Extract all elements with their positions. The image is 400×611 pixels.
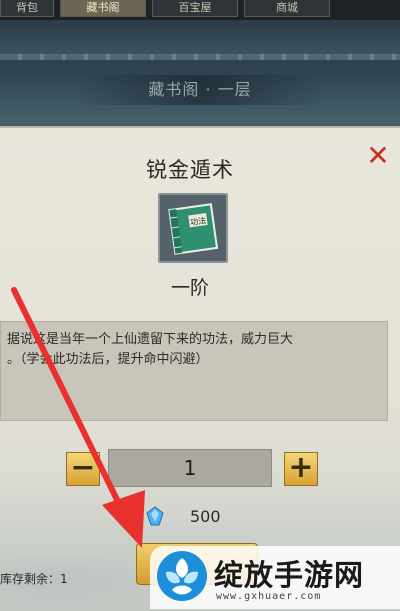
skill-title: 锐金遁术 <box>146 158 234 182</box>
site-watermark: 绽放手游网 www.gxhuaer.com <box>150 546 400 609</box>
tab-shop[interactable]: 商城 <box>244 0 330 17</box>
blue-gem-icon <box>146 506 164 526</box>
tab-library[interactable]: 藏书阁 <box>60 0 146 17</box>
roof-tiles <box>0 54 400 60</box>
cost-value: 500 <box>190 507 221 526</box>
stock-remaining: 库存剩余：1 <box>0 572 68 586</box>
description-line-2: 。（学会此功法后，提升命中闪避） <box>7 352 209 367</box>
skill-book-slot: 功法 <box>158 193 228 263</box>
blue-flower-logo <box>157 551 207 601</box>
description-line-1: 据说这是当年一个上仙遗留下来的功法，威力巨大 <box>7 332 294 347</box>
skill-tier: 一阶 <box>170 277 209 299</box>
tab-bag[interactable]: 背包 <box>0 0 54 17</box>
floor-label: 藏书阁 · 一层 <box>148 80 252 99</box>
quantity-field[interactable]: 1 <box>108 449 272 487</box>
close-icon[interactable]: ✕ <box>364 142 392 170</box>
pavilion-roof <box>0 20 400 56</box>
watermark-url: www.gxhuaer.com <box>216 591 322 602</box>
increase-quantity-button[interactable]: + <box>284 452 318 486</box>
top-tab-bar: 背包 藏书阁 百宝屋 商城 <box>0 0 400 21</box>
tab-treasure[interactable]: 百宝屋 <box>152 0 238 17</box>
skill-description: 据说这是当年一个上仙遗留下来的功法，威力巨大 。（学会此功法后，提升命中闪避） <box>0 321 388 421</box>
watermark-name: 绽放手游网 <box>214 558 365 592</box>
decrease-quantity-button[interactable]: − <box>66 452 100 486</box>
green-skill-book-icon: 功法 <box>160 195 226 261</box>
